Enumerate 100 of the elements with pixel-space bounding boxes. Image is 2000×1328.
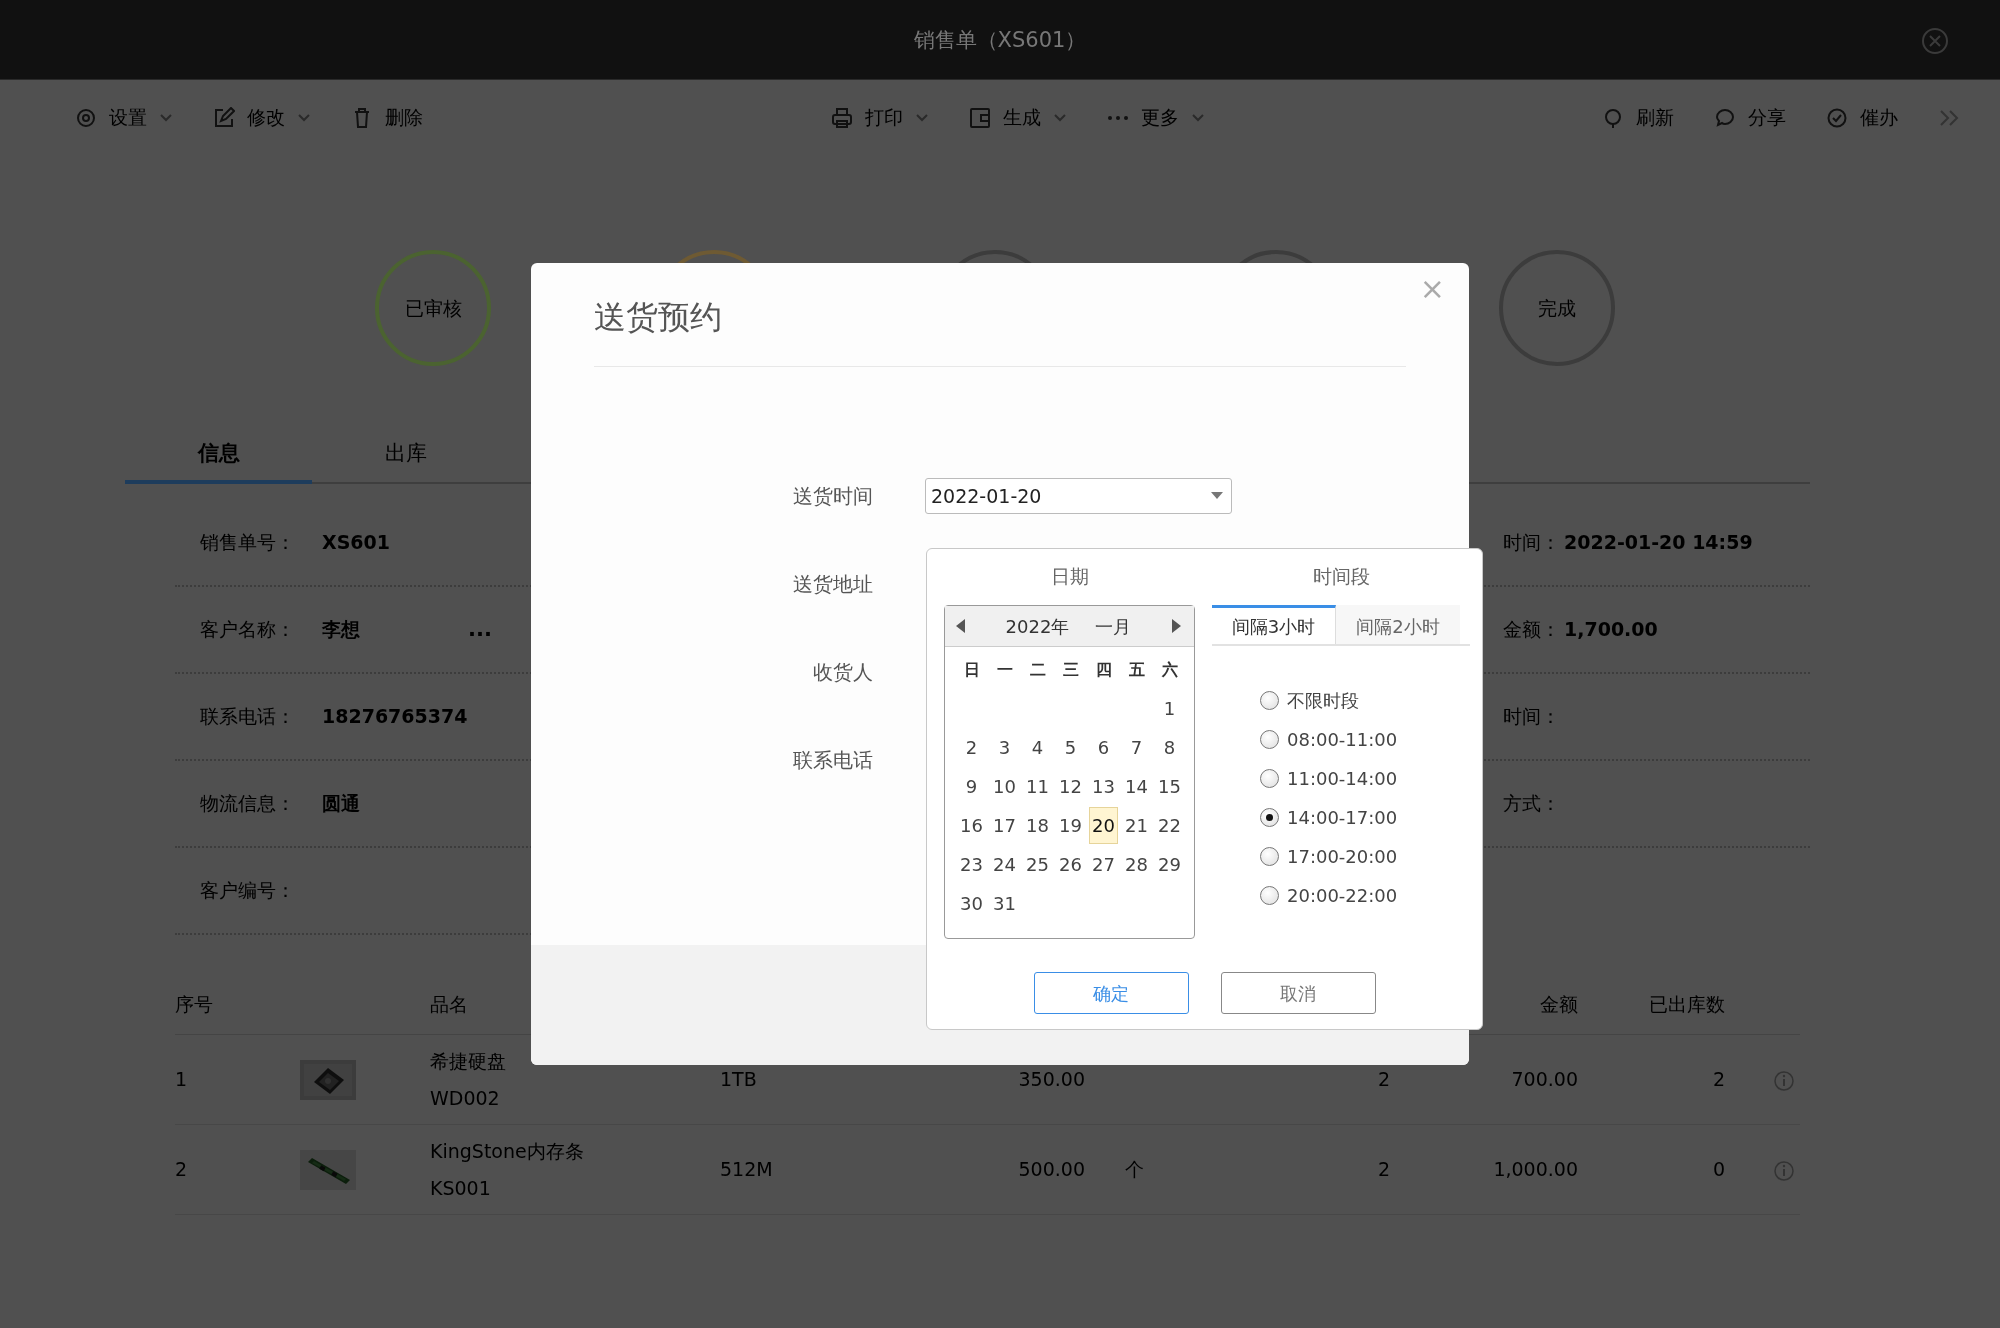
caret-icon	[1211, 492, 1223, 500]
table-cell-text: 1TB	[720, 1067, 758, 1093]
weekday-label: 二	[1028, 659, 1047, 681]
calendar-day[interactable]: 27	[1089, 846, 1118, 883]
tab[interactable]: 间隔3小时	[1212, 605, 1336, 644]
caret-icon	[914, 112, 929, 123]
calendar-day[interactable]: 20	[1089, 807, 1118, 844]
field-value: 1,700.00	[1563, 617, 1658, 643]
calendar-day[interactable]: 6	[1089, 729, 1118, 766]
table-cell-text: 1,000.00	[1492, 1157, 1578, 1183]
column-header: 品名	[430, 992, 469, 1018]
field-value: 2022-01-20 14:59	[1563, 530, 1753, 556]
field-label: 客户名称：	[199, 617, 296, 643]
check-circle-icon	[1826, 106, 1848, 129]
caret-icon	[159, 112, 173, 123]
calendar-day[interactable]: 29	[1155, 846, 1184, 883]
export-icon	[968, 106, 991, 129]
calendar-day[interactable]: 28	[1122, 846, 1151, 883]
field-label: 金额：	[1502, 617, 1560, 643]
calendar-day[interactable]: 21	[1122, 807, 1151, 844]
field-label: 方式：	[1502, 791, 1560, 817]
cancel-button[interactable]: 取消	[1220, 972, 1376, 1014]
radio-label: 17:00-20:00	[1287, 845, 1398, 869]
product-name: KingStone内存条	[430, 1139, 585, 1164]
calendar-day[interactable]: 25	[1023, 846, 1052, 883]
calendar-day[interactable]: 19	[1056, 807, 1085, 844]
calendar-day[interactable]: 14	[1122, 768, 1151, 805]
calendar-day[interactable]: 7	[1122, 729, 1151, 766]
radio-button[interactable]	[1260, 886, 1279, 905]
date-select[interactable]: 2022-01-20	[925, 478, 1232, 514]
table-cell-text: 2	[1376, 1067, 1390, 1093]
radio-label: 11:00-14:00	[1287, 767, 1398, 791]
next-icon[interactable]	[1170, 618, 1182, 634]
calendar-day[interactable]: 10	[990, 768, 1019, 805]
tab[interactable]: 间隔2小时	[1336, 605, 1460, 644]
calendar-day[interactable]: 31	[990, 885, 1019, 922]
field-value: XS601	[322, 530, 390, 556]
refresh-icon	[1602, 106, 1624, 129]
dialog-title: 送货预约	[594, 298, 722, 336]
field-value: 李想	[322, 617, 361, 643]
previous-icon[interactable]	[955, 618, 967, 634]
radio-label: 14:00-17:00	[1287, 806, 1398, 830]
table-cell-text: 1	[175, 1067, 189, 1093]
weekday-label: 三	[1061, 659, 1080, 681]
calendar-day[interactable]: 1	[1155, 690, 1184, 727]
table-cell-text: 350.00	[1017, 1067, 1085, 1093]
calendar-day[interactable]: 3	[990, 729, 1019, 766]
calendar-day[interactable]: 11	[1023, 768, 1052, 805]
calendar-day[interactable]: 4	[1023, 729, 1052, 766]
radio-label: 20:00-22:00	[1287, 884, 1398, 908]
calendar-day[interactable]: 17	[990, 807, 1019, 844]
calendar-day[interactable]: 12	[1056, 768, 1085, 805]
calendar-day[interactable]: 24	[990, 846, 1019, 883]
weekday-label: 五	[1127, 659, 1146, 681]
status-step: 已审核	[375, 250, 491, 366]
confirm-button[interactable]: 确定	[1033, 972, 1189, 1014]
form-label: 送货地址	[792, 571, 873, 598]
radio-button[interactable]	[1260, 769, 1279, 788]
product-name: 希捷硬盘	[430, 1049, 507, 1074]
status-step: 完成	[1499, 250, 1615, 366]
radio-button[interactable]	[1260, 730, 1279, 749]
field-label: 物流信息：	[199, 791, 296, 817]
calendar-day[interactable]: 2	[957, 729, 986, 766]
calendar-day[interactable]: 15	[1155, 768, 1184, 805]
print-icon	[830, 106, 853, 129]
caret-icon	[1052, 112, 1067, 123]
weekday-label: 六	[1160, 659, 1179, 681]
section-heading: 时间段	[1312, 565, 1370, 587]
calendar-day[interactable]: 23	[957, 846, 986, 883]
table-cell-text: 512M	[720, 1157, 774, 1183]
table-cell-text: 500.00	[1017, 1157, 1085, 1183]
table-cell-text: 2	[1376, 1157, 1390, 1183]
radio-button[interactable]	[1260, 691, 1279, 710]
weekday-label: 日	[962, 659, 981, 681]
calendar-day[interactable]: 22	[1155, 807, 1184, 844]
column-header: 序号	[175, 992, 214, 1018]
year-label: 2022年	[1005, 614, 1070, 639]
form-label: 收货人	[812, 659, 873, 686]
radio-button[interactable]	[1260, 808, 1279, 827]
calendar-day[interactable]: 16	[957, 807, 986, 844]
calendar-day[interactable]: 9	[957, 768, 986, 805]
calendar-day[interactable]: 30	[957, 885, 986, 922]
radio-label: 08:00-11:00	[1287, 728, 1398, 752]
product-code: WD002	[430, 1085, 501, 1111]
field-label: 销售单号：	[199, 530, 296, 556]
calendar-day[interactable]: 8	[1155, 729, 1184, 766]
calendar-day[interactable]: 26	[1056, 846, 1085, 883]
field-label: 时间：	[1502, 704, 1560, 730]
weekday-label: 四	[1094, 659, 1113, 681]
month-label: 一月	[1095, 614, 1132, 639]
calendar-day[interactable]: 13	[1089, 768, 1118, 805]
edit-icon	[213, 106, 235, 129]
field-label: 客户编号：	[199, 878, 296, 904]
radio-button[interactable]	[1260, 847, 1279, 866]
product-code: KS001	[430, 1175, 492, 1201]
table-cell-text: 0	[1711, 1157, 1725, 1183]
share-icon	[1714, 106, 1736, 129]
calendar-day[interactable]: 5	[1056, 729, 1085, 766]
calendar-day[interactable]: 18	[1023, 807, 1052, 844]
weekday-label: 一	[995, 659, 1014, 681]
